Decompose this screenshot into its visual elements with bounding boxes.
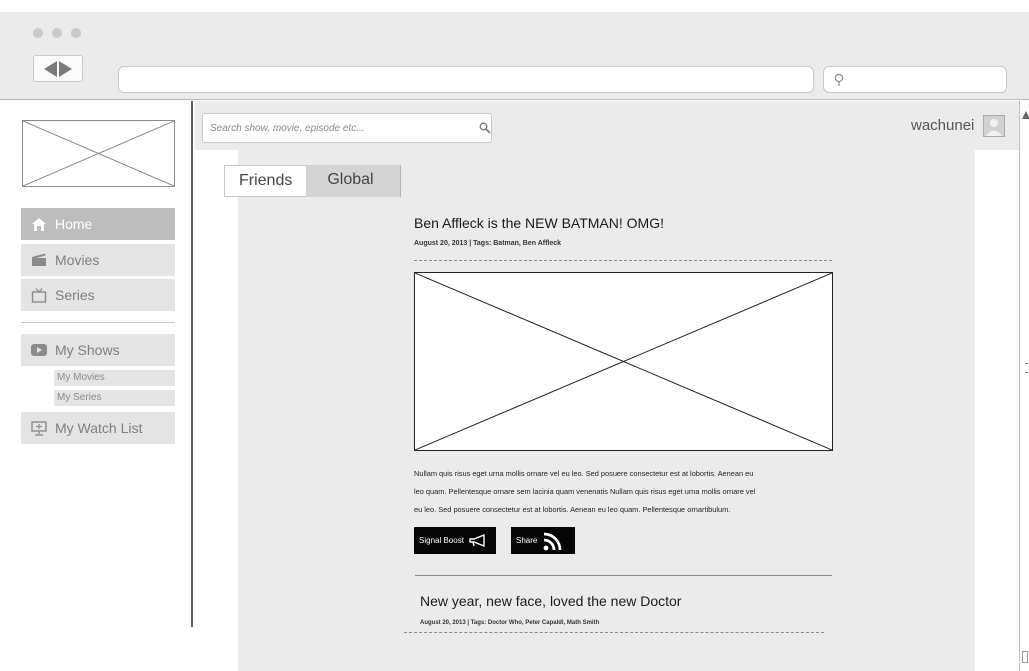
sidebar-item-movies[interactable]: Movies — [21, 244, 175, 276]
tab-friends[interactable]: Friends — [224, 165, 307, 197]
browser-search-field[interactable] — [823, 66, 1007, 93]
post-separator — [415, 575, 832, 576]
feed-tabs: Friends Global — [224, 165, 401, 197]
sidebar-item-label: Home — [55, 216, 93, 232]
vertical-scrollbar[interactable] — [1019, 101, 1029, 671]
post-meta: August 20, 2013 | Tags: Batman, Ben Affl… — [414, 240, 562, 247]
sidebar-item-my-watch-list[interactable]: My Watch List — [21, 412, 175, 444]
search-icon[interactable] — [479, 122, 491, 134]
window-maximize-dot[interactable] — [71, 28, 81, 38]
post-title[interactable]: New year, new face, loved the new Doctor — [420, 593, 681, 609]
forward-arrow-icon[interactable] — [59, 60, 72, 77]
scroll-grip-icon[interactable] — [1025, 363, 1028, 373]
post-meta: August 20, 2013 | Tags: Doctor Who, Pete… — [420, 620, 600, 626]
share-label: Share — [516, 536, 538, 545]
main-area: Search show, movie, episode etc... wachu… — [195, 101, 1019, 671]
avatar[interactable] — [983, 115, 1005, 137]
search-input[interactable]: Search show, movie, episode etc... — [202, 113, 492, 143]
sidebar-divider — [21, 322, 175, 323]
post-body: Nullam quis risus eget urna mollis ornar… — [414, 465, 834, 519]
sidebar-item-my-shows[interactable]: My Shows — [21, 334, 175, 366]
logo-placeholder — [22, 120, 175, 187]
post-image-placeholder — [414, 272, 833, 451]
sidebar-subitem-my-series[interactable]: My Series — [54, 390, 175, 406]
top-bar: Search show, movie, episode etc... wachu… — [195, 101, 1019, 150]
scroll-down-icon[interactable] — [1022, 651, 1028, 663]
tv-icon — [31, 287, 47, 303]
signal-boost-label: Signal Boost — [419, 536, 464, 545]
scroll-up-icon[interactable] — [1022, 111, 1029, 119]
sidebar-item-label: Movies — [55, 252, 100, 268]
post-body-line: Nullam quis risus eget urna mollis ornar… — [414, 469, 754, 478]
play-icon — [31, 342, 47, 358]
share-button[interactable]: Share — [511, 527, 575, 554]
post-body-line: leo quam. Pellentesque ornare sem lacini… — [414, 487, 756, 496]
sidebar-item-label: My Watch List — [55, 420, 143, 436]
megaphone-icon — [469, 534, 485, 547]
post-title[interactable]: Ben Affleck is the NEW BATMAN! OMG! — [414, 215, 664, 231]
tab-global[interactable]: Global — [306, 165, 400, 197]
post-divider — [414, 260, 832, 261]
back-arrow-icon[interactable] — [44, 60, 57, 77]
browser-chrome — [0, 12, 1029, 100]
sidebar-item-home[interactable]: Home — [21, 208, 175, 240]
post-divider — [404, 632, 824, 633]
search-icon — [834, 73, 844, 86]
sidebar: Home Movies Series My Shows My Movies My… — [0, 101, 193, 627]
browser-nav-buttons — [33, 55, 83, 82]
search-placeholder: Search show, movie, episode etc... — [210, 123, 365, 134]
address-bar[interactable] — [118, 66, 814, 93]
monitor-icon — [31, 420, 47, 436]
rss-icon — [543, 532, 562, 550]
clapperboard-icon — [31, 252, 47, 268]
home-icon — [31, 216, 47, 232]
username[interactable]: wachunei — [911, 117, 974, 134]
sidebar-item-label: Series — [55, 287, 95, 303]
image-placeholder-icon — [414, 272, 833, 451]
sidebar-subitem-my-movies[interactable]: My Movies — [54, 370, 175, 386]
post-body-line: eu leo. Sed posuere consectetur est at l… — [414, 505, 731, 514]
window-minimize-dot[interactable] — [52, 28, 62, 38]
signal-boost-button[interactable]: Signal Boost — [414, 527, 496, 554]
sidebar-item-label: My Shows — [55, 342, 120, 358]
app-window: Home Movies Series My Shows My Movies My… — [0, 0, 1029, 671]
window-close-dot[interactable] — [33, 28, 43, 38]
user-icon — [986, 119, 1002, 136]
sidebar-item-series[interactable]: Series — [21, 279, 175, 311]
image-placeholder-icon — [22, 120, 175, 187]
